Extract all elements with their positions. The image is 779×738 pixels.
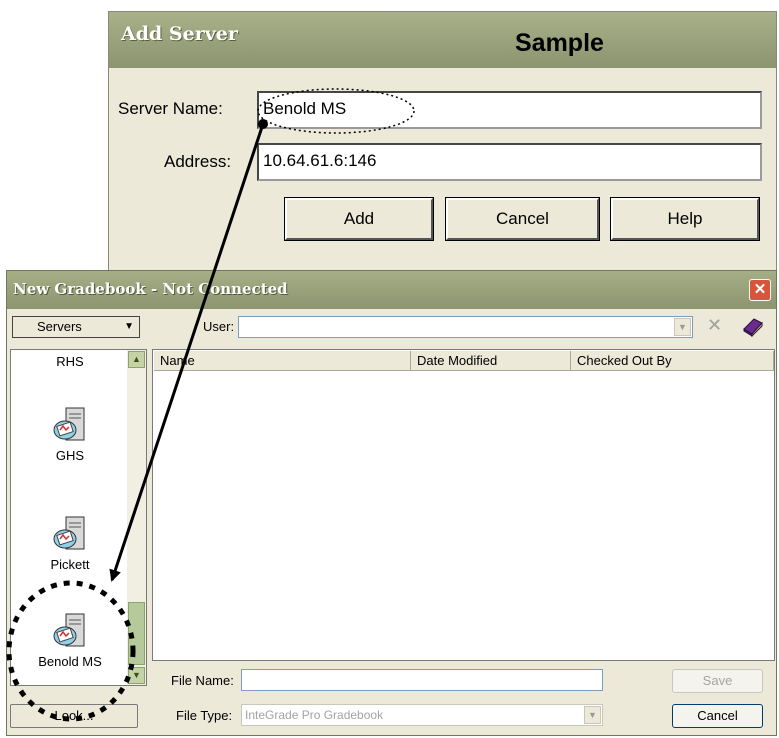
file-list[interactable]: Name Date Modified Checked Out By <box>152 349 775 661</box>
column-header-name[interactable]: Name <box>154 351 411 371</box>
server-computer-icon <box>53 613 85 647</box>
server-item-label: RHS <box>56 354 84 369</box>
file-type-select[interactable]: InteGrade Pro Gradebook ▼ <box>241 704 603 726</box>
file-type-value: InteGrade Pro Gradebook <box>245 708 384 722</box>
server-list[interactable]: RHS GHS Pickett Benold MS ▲ ▼ <box>10 349 147 686</box>
close-icon: ✕ <box>753 281 767 298</box>
servers-dropdown-label: Servers <box>37 319 82 334</box>
server-computer-icon <box>53 516 85 550</box>
scroll-up-icon[interactable]: ▲ <box>128 351 145 368</box>
server-name-label: Server Name: <box>118 99 223 118</box>
chevron-down-icon[interactable]: ▼ <box>584 706 601 724</box>
server-item-rhs[interactable]: RHS <box>11 354 129 369</box>
server-item-label: GHS <box>55 448 85 463</box>
gradebook-titlebar: New Gradebook - Not Connected ✕ <box>7 271 776 309</box>
user-label: User: <box>203 319 235 334</box>
help-button[interactable]: Help <box>610 197 760 241</box>
gradebook-book-icon[interactable] <box>742 317 764 342</box>
gradebook-window: New Gradebook - Not Connected ✕ Servers … <box>6 270 777 736</box>
user-field[interactable]: ▼ <box>238 316 693 338</box>
column-header-checked-out-by[interactable]: Checked Out By <box>571 351 774 371</box>
servers-dropdown[interactable]: Servers ▼ <box>12 316 140 338</box>
scroll-down-icon[interactable]: ▼ <box>128 667 145 684</box>
add-server-dialog: Add Server Sample Server Name: Benold MS… <box>108 11 777 273</box>
chevron-down-icon: ▼ <box>124 321 134 332</box>
delete-icon[interactable]: ✕ <box>707 315 722 336</box>
server-name-field[interactable]: Benold MS <box>257 91 762 129</box>
server-item-label: Benold MS <box>38 654 102 669</box>
cancel-button[interactable]: Cancel <box>445 197 600 241</box>
add-server-title: Add Server <box>121 23 238 45</box>
address-value: 10.64.61.6:146 <box>263 151 377 170</box>
server-list-scrollbar[interactable]: ▲ ▼ <box>127 350 146 685</box>
close-button[interactable]: ✕ <box>749 279 771 301</box>
user-dropdown-button[interactable]: ▼ <box>674 318 691 336</box>
column-header-date-modified[interactable]: Date Modified <box>411 351 571 371</box>
file-name-field[interactable] <box>241 669 603 691</box>
address-field[interactable]: 10.64.61.6:146 <box>257 143 762 181</box>
server-item-pickett[interactable]: Pickett <box>11 515 129 572</box>
file-name-label: File Name: <box>171 673 234 688</box>
file-type-label: File Type: <box>176 708 233 723</box>
sample-label: Sample <box>515 29 604 57</box>
address-label: Address: <box>164 152 232 171</box>
scrollbar-thumb[interactable] <box>128 602 145 665</box>
server-name-value: Benold MS <box>263 99 347 118</box>
server-item-benold-ms[interactable]: Benold MS <box>11 612 129 669</box>
gradebook-title: New Gradebook - Not Connected <box>13 280 288 298</box>
server-computer-icon <box>53 407 85 441</box>
cancel-button[interactable]: Cancel <box>672 704 763 728</box>
save-button[interactable]: Save <box>672 669 763 693</box>
server-item-label: Pickett <box>50 557 90 572</box>
look-button[interactable]: Look... <box>10 704 138 728</box>
add-button[interactable]: Add <box>284 197 434 241</box>
add-server-titlebar: Add Server Sample <box>109 12 776 68</box>
server-item-ghs[interactable]: GHS <box>11 406 129 463</box>
